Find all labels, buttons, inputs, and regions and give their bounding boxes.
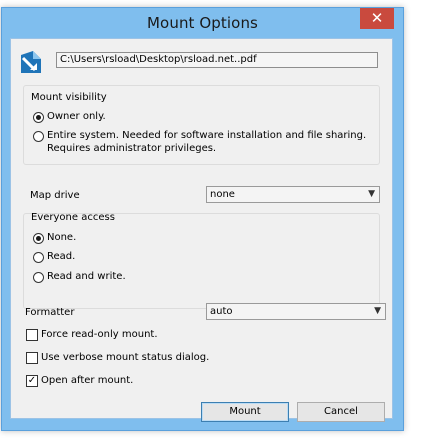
mount-visibility-title: Mount visibility xyxy=(31,92,107,103)
window-title: Mount Options xyxy=(147,14,258,32)
verbose-label[interactable]: Use verbose mount status dialog. xyxy=(41,352,209,363)
map-drive-select[interactable]: none ▼ xyxy=(206,186,380,203)
everyone-access-group xyxy=(23,213,380,309)
source-path-field[interactable]: C:\Users\rsload\Desktop\rsload.net..pdf xyxy=(56,52,378,68)
access-read-write-radio[interactable] xyxy=(33,272,44,283)
chevron-down-icon: ▼ xyxy=(368,189,375,199)
access-none-radio[interactable] xyxy=(33,233,44,244)
access-read-label[interactable]: Read. xyxy=(47,251,75,262)
cancel-button[interactable]: Cancel xyxy=(297,402,385,422)
file-mount-icon xyxy=(21,51,41,73)
access-read-write-label[interactable]: Read and write. xyxy=(47,271,126,282)
map-drive-label: Map drive xyxy=(30,190,80,201)
checkmark-icon: ✓ xyxy=(27,375,37,386)
mount-options-dialog: Mount Options ✕ C:\Users\rsload\Desktop\… xyxy=(1,7,404,431)
read-only-label[interactable]: Force read-only mount. xyxy=(41,329,158,340)
entire-system-note: Requires administrator privileges. xyxy=(47,143,217,154)
mount-button[interactable]: Mount xyxy=(201,402,289,422)
close-icon: ✕ xyxy=(370,9,384,27)
access-read-radio[interactable] xyxy=(33,252,44,263)
formatter-select[interactable]: auto ▼ xyxy=(206,303,386,320)
formatter-value: auto xyxy=(210,306,233,317)
everyone-access-title: Everyone access xyxy=(31,212,115,223)
open-after-label[interactable]: Open after mount. xyxy=(41,375,133,386)
formatter-label: Formatter xyxy=(25,307,75,318)
owner-only-radio[interactable] xyxy=(33,112,44,123)
open-after-checkbox[interactable]: ✓ xyxy=(26,375,38,387)
access-none-label[interactable]: None. xyxy=(47,232,76,243)
entire-system-label[interactable]: Entire system. Needed for software insta… xyxy=(47,130,366,141)
dialog-body: C:\Users\rsload\Desktop\rsload.net..pdf … xyxy=(10,38,393,422)
read-only-checkbox[interactable] xyxy=(26,329,38,341)
owner-only-label[interactable]: Owner only. xyxy=(47,111,106,122)
chevron-down-icon: ▼ xyxy=(374,306,381,316)
entire-system-radio[interactable] xyxy=(33,131,44,142)
verbose-checkbox[interactable] xyxy=(26,352,38,364)
close-button[interactable]: ✕ xyxy=(360,8,394,29)
map-drive-value: none xyxy=(210,189,235,200)
